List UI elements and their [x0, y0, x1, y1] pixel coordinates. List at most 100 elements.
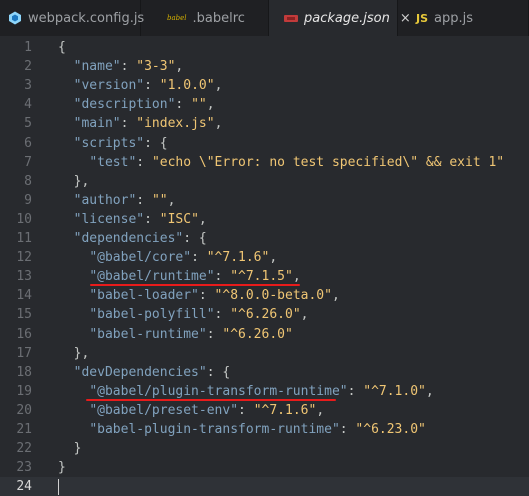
code-token: : { — [183, 231, 207, 246]
code-line[interactable]: 6 "scripts": { — [0, 134, 529, 153]
code-text: "dependencies": { — [58, 229, 207, 248]
code-token: } — [58, 441, 82, 457]
line-number: 3 — [24, 78, 32, 94]
code-line[interactable]: 16 "babel-runtime": "^6.26.0" — [0, 325, 529, 344]
code-text: "babel-loader": "^8.0.0-beta.0", — [58, 286, 340, 305]
code-line[interactable]: 5 "main": "index.js", — [0, 114, 529, 133]
code-line[interactable]: 23} — [0, 458, 529, 477]
code-line[interactable]: 22 } — [0, 439, 529, 458]
line-number: 12 — [16, 250, 32, 266]
code-line[interactable]: 1{ — [0, 38, 529, 57]
line-number: 9 — [24, 192, 32, 208]
code-line[interactable]: 17 }, — [0, 344, 529, 363]
code-token: : — [214, 269, 231, 285]
code-line[interactable]: 12 "@babel/core": "^7.1.6", — [0, 248, 529, 267]
code-line[interactable]: 9 "author": "", — [0, 191, 529, 210]
line-number: 10 — [16, 211, 32, 227]
code-token: "scripts" — [73, 135, 145, 151]
code-line[interactable]: 21 "babel-plugin-transform-runtime": "^6… — [0, 420, 529, 439]
code-token: "index.js" — [136, 116, 215, 132]
line-number: 18 — [16, 364, 32, 380]
tab-label: app.js — [434, 10, 474, 26]
code-text: "devDependencies": { — [58, 363, 231, 382]
code-line[interactable]: 4 "description": "", — [0, 95, 529, 114]
tab-package-json[interactable]: package.json × — [269, 0, 411, 36]
code-text: }, — [58, 344, 90, 363]
code-token: : — [191, 250, 207, 266]
code-token: "^7.1.0" — [363, 383, 426, 399]
line-number: 1 — [24, 40, 32, 55]
code-token: "^7.1.5" — [230, 269, 293, 285]
code-token: "echo \"Error: no test specified\" && ex… — [151, 154, 505, 170]
text-cursor — [58, 478, 59, 495]
code-line[interactable]: 7 "test": "echo \"Error: no test specifi… — [0, 153, 529, 172]
code-token: "" — [191, 97, 207, 113]
code-token: : — [198, 288, 215, 304]
code-token: : — [144, 211, 160, 227]
code-token: : — [347, 383, 364, 399]
code-token: "@babel/preset-env" — [89, 402, 239, 418]
code-line[interactable]: 24 — [0, 477, 529, 496]
code-token: "^6.26.0" — [230, 307, 301, 323]
code-line[interactable]: 2 "name": "3-3", — [0, 57, 529, 76]
tab-webpack-config[interactable]: webpack.config.js — [0, 0, 144, 36]
code-token: : { — [206, 364, 231, 380]
code-token: "license" — [73, 211, 145, 227]
code-token: "@babel/plugin-transform-runtime" — [89, 383, 348, 399]
code-token: : — [206, 326, 223, 342]
tab-bar: webpack.config.js babel .babelrc package… — [0, 0, 529, 36]
line-number: 2 — [24, 59, 32, 75]
line-number: 13 — [16, 269, 32, 285]
code-token: , — [425, 383, 434, 399]
code-token: "babel-polyfill" — [89, 307, 215, 323]
line-number: 15 — [16, 307, 32, 323]
code-line[interactable]: 19 "@babel/plugin-transform-runtime": "^… — [0, 382, 529, 401]
line-number: 21 — [16, 422, 32, 437]
code-text: } — [58, 458, 66, 477]
code-line[interactable]: 14 "babel-loader": "^8.0.0-beta.0", — [0, 286, 529, 305]
code-text: "@babel/preset-env": "^7.1.6", — [58, 401, 324, 420]
code-token: "@babel/core" — [89, 250, 192, 266]
code-text: "@babel/core": "^7.1.6", — [58, 248, 277, 267]
red-underline-annotation — [86, 398, 336, 401]
code-line[interactable]: 8 }, — [0, 172, 529, 191]
code-token: } — [58, 460, 66, 476]
code-line[interactable]: 11 "dependencies": { — [0, 229, 529, 248]
line-number: 7 — [24, 154, 32, 170]
code-line[interactable]: 15 "babel-polyfill": "^6.26.0", — [0, 305, 529, 324]
code-token: : — [136, 154, 152, 170]
code-text: "description": "", — [58, 95, 215, 114]
tab-app-js[interactable]: JS app.js — [398, 0, 529, 36]
code-token: "test" — [89, 154, 137, 170]
code-token: , — [175, 59, 184, 75]
code-line[interactable]: 3 "version": "1.0.0", — [0, 76, 529, 95]
babel-icon: babel — [167, 14, 187, 22]
code-editor[interactable]: 1{2 "name": "3-3", 3 "version": "1.0.0", 4… — [0, 36, 529, 496]
js-icon: JS — [416, 11, 429, 25]
code-token: "^6.26.0" — [222, 326, 293, 342]
line-number: 16 — [16, 326, 32, 342]
code-line[interactable]: 20 "@babel/preset-env": "^7.1.6", — [0, 401, 529, 420]
code-token: , — [300, 307, 309, 323]
line-number: 14 — [16, 288, 32, 304]
code-token: , — [214, 78, 223, 94]
line-number: 8 — [24, 173, 32, 189]
line-number: 17 — [16, 345, 32, 361]
code-line[interactable]: 10 "license": "ISC", — [0, 210, 529, 229]
code-line[interactable]: 18 "devDependencies": { — [0, 363, 529, 382]
code-token: "name" — [73, 59, 121, 75]
tab-babelrc[interactable]: babel .babelrc — [141, 0, 269, 36]
code-token: , — [331, 288, 340, 304]
code-token: "main" — [73, 116, 121, 132]
line-number: 19 — [16, 383, 32, 399]
